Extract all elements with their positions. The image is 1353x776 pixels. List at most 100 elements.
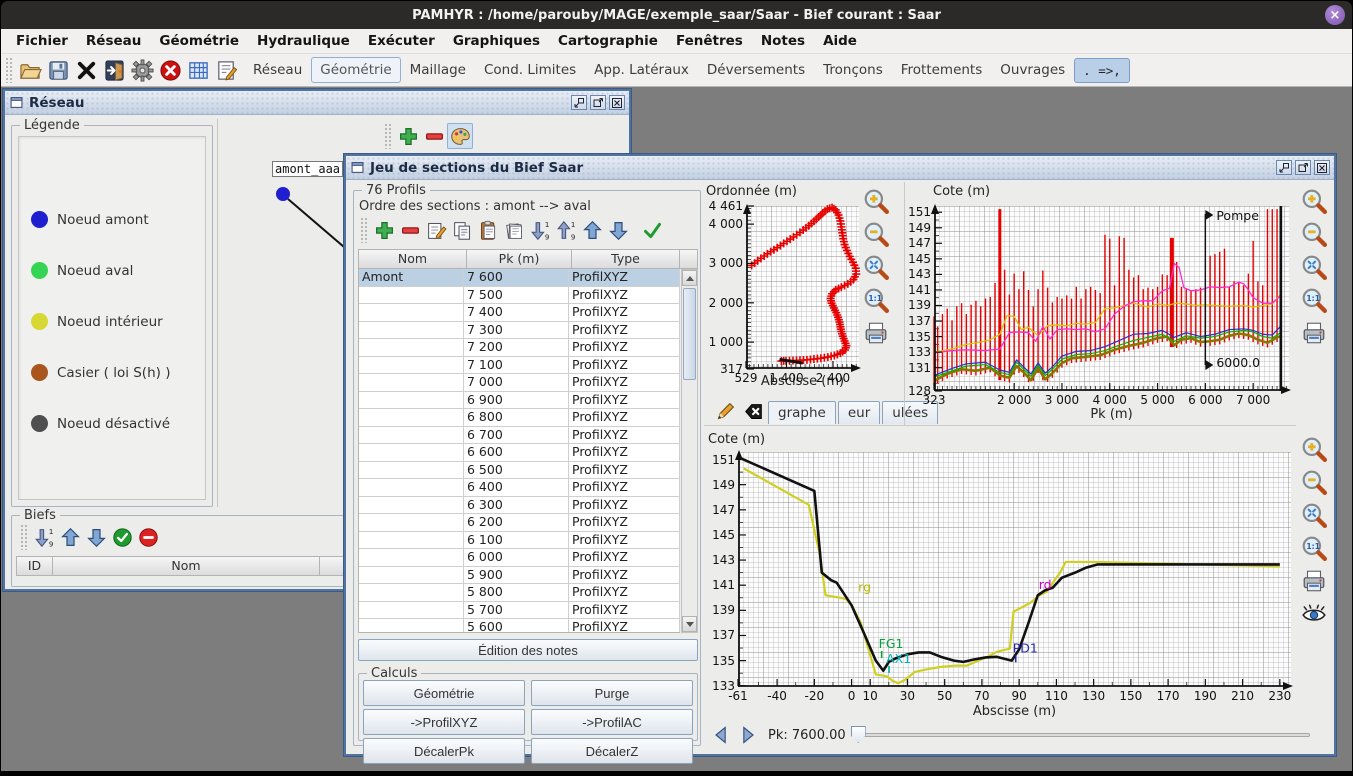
section-row[interactable]: 7 400ProfilXYZ	[359, 304, 680, 322]
network-toolbar-grip[interactable]	[384, 123, 392, 149]
calc-button-g-om-trie[interactable]: Géométrie	[363, 680, 525, 706]
toolbar-button--[interactable]: . =>,	[1074, 58, 1130, 83]
section-row[interactable]: 6 100ProfilXYZ	[359, 532, 680, 550]
calc-button-purge[interactable]: Purge	[531, 680, 693, 706]
toolbar-button-frottements[interactable]: Frottements	[892, 57, 992, 83]
zoom-fit-icon[interactable]	[1301, 502, 1327, 528]
zoom-out-icon[interactable]	[1301, 469, 1327, 495]
scroll-down-button[interactable]	[682, 616, 697, 632]
calc-button--profilxyz[interactable]: ->ProfilXYZ	[363, 709, 525, 735]
section-row[interactable]: 5 800ProfilXYZ	[359, 584, 680, 602]
section-row[interactable]: 6 200ProfilXYZ	[359, 514, 680, 532]
section-row[interactable]: 7 000ProfilXYZ	[359, 374, 680, 392]
zoom-fit-icon[interactable]	[863, 254, 889, 280]
next-section-icon[interactable]	[737, 724, 759, 746]
save-icon[interactable]	[44, 56, 72, 84]
sort-ascending-icon[interactable]	[553, 217, 579, 243]
menu-cartographie[interactable]: Cartographie	[549, 31, 667, 51]
menu-géométrie[interactable]: Géométrie	[150, 31, 248, 51]
biefs-column-header[interactable]: ID	[17, 557, 53, 575]
long-plot-area[interactable]: Pompe6000.0	[934, 206, 1289, 391]
add-node-icon[interactable]	[395, 123, 421, 149]
menu-notes[interactable]: Notes	[752, 31, 814, 51]
notes-icon[interactable]	[212, 56, 240, 84]
paste-icon[interactable]	[475, 217, 501, 243]
sections-close-button[interactable]	[1314, 160, 1330, 175]
table-icon[interactable]	[184, 56, 212, 84]
app-close-button[interactable]: ×	[1325, 5, 1345, 25]
plot-tab-eur[interactable]: eur	[838, 401, 880, 424]
move-up-icon[interactable]	[579, 217, 605, 243]
calc-button-d-calerz[interactable]: DécalerZ	[531, 738, 693, 764]
remove-section-icon[interactable]	[397, 217, 423, 243]
zoom-1-1-icon[interactable]	[1301, 535, 1327, 561]
menu-fenêtres[interactable]: Fenêtres	[667, 31, 752, 51]
scroll-thumb[interactable]	[683, 288, 696, 380]
palette-icon[interactable]	[447, 123, 473, 149]
biefs-disable-icon[interactable]	[135, 524, 161, 550]
section-row[interactable]: 5 600ProfilXYZ	[359, 619, 680, 633]
plan-plot-area[interactable]	[746, 206, 859, 369]
biefs-enable-icon[interactable]	[109, 524, 135, 550]
sort-descending-icon[interactable]	[527, 217, 553, 243]
reseau-close-button[interactable]	[609, 95, 625, 110]
settings-gear-icon[interactable]	[128, 56, 156, 84]
section-row[interactable]: 6 000ProfilXYZ	[359, 549, 680, 567]
draw-pencil-icon[interactable]	[712, 398, 738, 424]
section-row[interactable]: 6 900ProfilXYZ	[359, 392, 680, 410]
zoom-in-icon[interactable]	[863, 188, 889, 214]
biefs-move-down-icon[interactable]	[83, 524, 109, 550]
menu-fichier[interactable]: Fichier	[7, 31, 77, 51]
sections-column-header[interactable]: Type	[572, 250, 680, 268]
section-row[interactable]: 6 400ProfilXYZ	[359, 479, 680, 497]
node-label[interactable]: amont_aaa	[272, 161, 343, 177]
biefs-column-header[interactable]: Nom	[53, 557, 320, 575]
section-row[interactable]: 7 300ProfilXYZ	[359, 322, 680, 340]
zoom-out-icon[interactable]	[863, 221, 889, 247]
clear-icon[interactable]	[740, 398, 766, 424]
section-row[interactable]: 5 700ProfilXYZ	[359, 602, 680, 620]
menu-aide[interactable]: Aide	[814, 31, 866, 51]
stop-icon[interactable]	[156, 56, 184, 84]
apply-icon[interactable]	[639, 217, 665, 243]
zoom-in-icon[interactable]	[1301, 188, 1327, 214]
biefs-sort-icon[interactable]	[31, 524, 57, 550]
app-titlebar[interactable]: PAMHYR : /home/parouby/MAGE/exemple_saar…	[1, 1, 1352, 29]
section-row[interactable]: 7 200ProfilXYZ	[359, 339, 680, 357]
move-down-icon[interactable]	[605, 217, 631, 243]
section-row[interactable]: 6 500ProfilXYZ	[359, 462, 680, 480]
toolbar-button-d-versements[interactable]: Déversements	[698, 57, 814, 83]
copy-icon[interactable]	[449, 217, 475, 243]
print-icon[interactable]	[1301, 320, 1327, 346]
pk-slider-track[interactable]	[851, 733, 1310, 737]
section-row[interactable]: 7 500ProfilXYZ	[359, 287, 680, 305]
section-row[interactable]: Amont7 600ProfilXYZ	[359, 269, 680, 287]
zoom-1-1-icon[interactable]	[1301, 287, 1327, 313]
add-section-icon[interactable]	[371, 217, 397, 243]
reseau-window-titlebar[interactable]: Réseau	[5, 91, 629, 115]
toolbar-button-tron-ons[interactable]: Tronçons	[814, 57, 892, 83]
print-icon[interactable]	[1301, 568, 1327, 594]
eye-icon[interactable]	[1301, 601, 1327, 627]
zoom-fit-icon[interactable]	[1301, 254, 1327, 280]
toolbar-button-maillage[interactable]: Maillage	[401, 57, 475, 83]
reseau-restore-button[interactable]	[571, 95, 587, 110]
toolbar-grip[interactable]	[5, 57, 13, 83]
sections-column-header[interactable]: Pk (m)	[467, 250, 572, 268]
section-row[interactable]: 6 600ProfilXYZ	[359, 444, 680, 462]
quit-icon[interactable]	[100, 56, 128, 84]
sections-restore-button[interactable]	[1276, 160, 1292, 175]
calc-button-d-calerpk[interactable]: DécalerPk	[363, 738, 525, 764]
toolbar-button-ouvrages[interactable]: Ouvrages	[991, 57, 1074, 83]
section-plot-area[interactable]: rgFG1AX1PD1rd	[738, 452, 1291, 687]
scroll-up-button[interactable]	[682, 270, 697, 286]
zoom-in-icon[interactable]	[1301, 436, 1327, 462]
upstream-node[interactable]	[276, 187, 290, 201]
calc-button--profilac[interactable]: ->ProfilAC	[531, 709, 693, 735]
sections-toolbar-grip[interactable]	[360, 217, 368, 243]
section-row[interactable]: 6 300ProfilXYZ	[359, 497, 680, 515]
section-row[interactable]: 5 900ProfilXYZ	[359, 567, 680, 585]
section-row[interactable]: 7 100ProfilXYZ	[359, 357, 680, 375]
duplicate-icon[interactable]	[501, 217, 527, 243]
toolbar-button-app-lat-raux[interactable]: App. Latéraux	[585, 57, 698, 83]
